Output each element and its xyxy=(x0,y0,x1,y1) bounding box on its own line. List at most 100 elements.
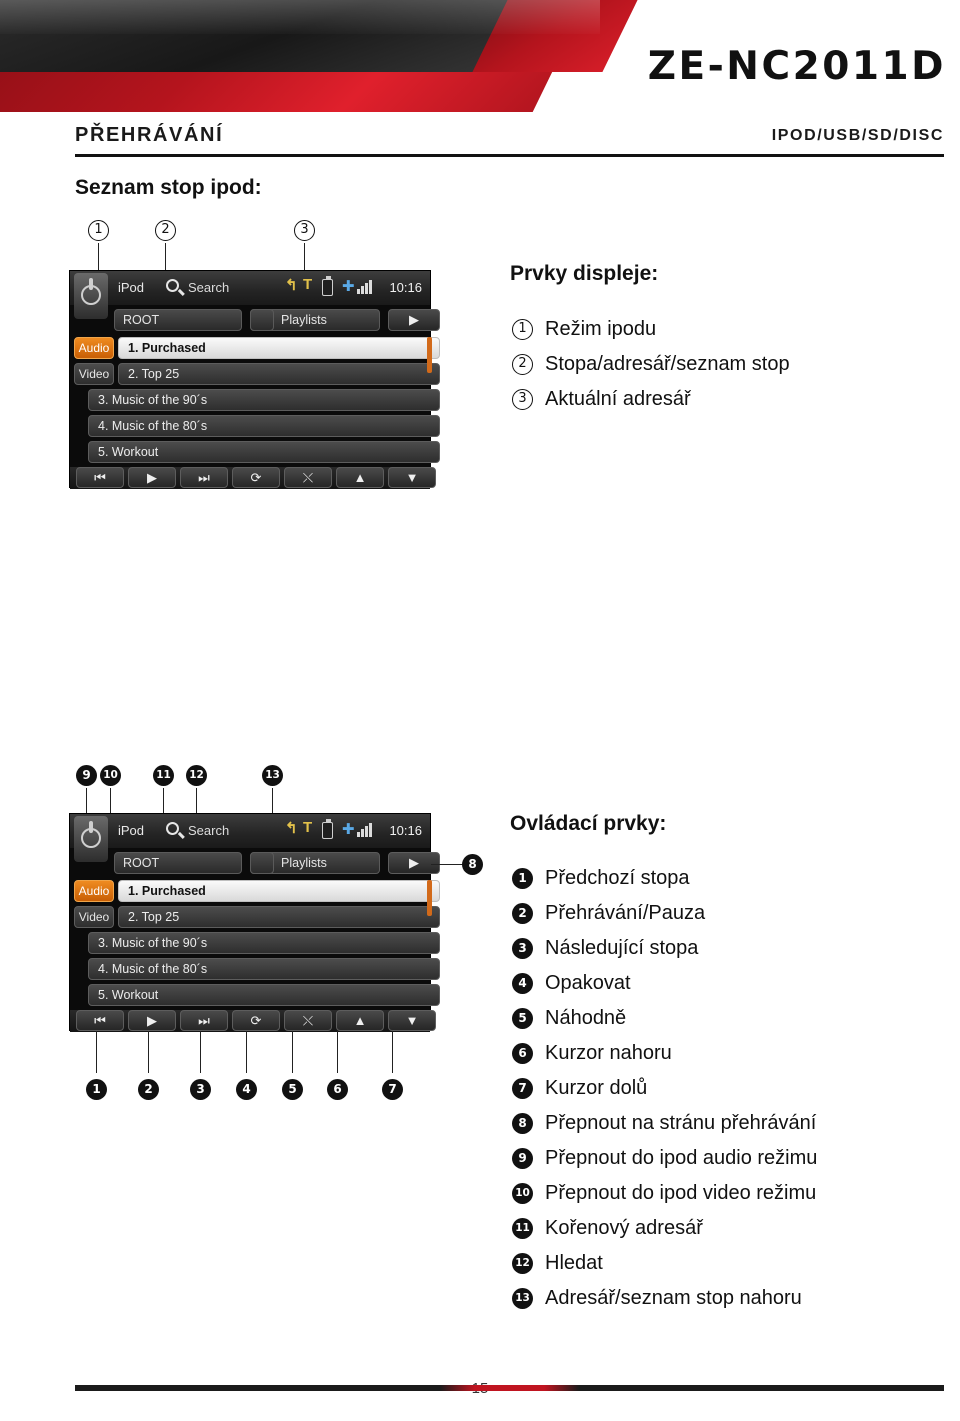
switch-to-playback-button[interactable]: ▶ xyxy=(388,852,440,874)
legend-number: 2 xyxy=(512,903,533,924)
legend-item-control-3: 3 Následující stopa xyxy=(512,937,698,960)
list-item[interactable]: 1. Purchased xyxy=(118,337,440,359)
list-item[interactable]: 3. Music of the 90´s xyxy=(88,389,440,411)
folder-icon xyxy=(250,309,274,331)
legend-label: Stopa/adresář/seznam stop xyxy=(545,353,790,375)
callout-8: 8 xyxy=(462,854,483,875)
clock-label: 10:16 xyxy=(389,823,422,838)
battery-icon xyxy=(322,276,333,296)
legend-label: Opakovat xyxy=(545,972,631,994)
arrow-t-icon: T xyxy=(303,819,313,836)
list-item[interactable]: 2. Top 25 xyxy=(118,906,440,928)
audio-mode-button[interactable]: Audio xyxy=(74,337,114,359)
header-dark-shape xyxy=(0,0,560,72)
legend-number: 13 xyxy=(512,1288,533,1309)
bluetooth-icon: ✚ xyxy=(342,821,355,838)
legend-number: 11 xyxy=(512,1218,533,1239)
leader-line-b7 xyxy=(392,1031,394,1073)
legend-number: 7 xyxy=(512,1078,533,1099)
list-item[interactable]: 4. Music of the 80´s xyxy=(88,415,440,437)
folder-icon xyxy=(250,852,274,874)
leader-line-b5 xyxy=(292,1031,294,1073)
legend-number: 12 xyxy=(512,1253,533,1274)
list-item[interactable]: 5. Workout xyxy=(88,441,440,463)
callout-3: 3 xyxy=(294,220,315,241)
legend-item-control-2: 2 Přehrávání/Pauza xyxy=(512,902,705,925)
legend-item-control-13: 13 Adresář/seznam stop nahoru xyxy=(512,1287,802,1310)
callout-b2: 2 xyxy=(138,1079,159,1100)
switch-to-playback-button[interactable]: ▶ xyxy=(388,309,440,331)
legend-number: 1 xyxy=(512,319,533,340)
legend-label: Následující stopa xyxy=(545,937,699,959)
section-divider xyxy=(75,154,944,157)
root-directory-button[interactable]: ROOT xyxy=(114,852,242,874)
search-icon[interactable] xyxy=(166,279,179,292)
bluetooth-icon: ✚ xyxy=(342,278,355,295)
callout-12: 12 xyxy=(186,765,207,786)
source-label: iPod xyxy=(118,823,145,838)
ipod-mode-icon[interactable] xyxy=(74,273,108,319)
shuffle-icon[interactable]: ⤬ xyxy=(284,467,332,488)
scrollbar[interactable] xyxy=(427,337,432,373)
cursor-down-icon[interactable]: ▼ xyxy=(388,1010,436,1031)
scrollbar[interactable] xyxy=(427,880,432,916)
prev-icon[interactable]: ⏮ xyxy=(76,1010,124,1031)
legend-item-control-6: 6 Kurzor nahoru xyxy=(512,1042,672,1065)
arrow-up-icon: ↰ xyxy=(285,277,298,294)
device-screenshot-bottom: iPod Search ↰ T ✚ 10:16 ROOT Playlists ▶… xyxy=(69,813,440,1032)
ipod-mode-icon[interactable] xyxy=(74,816,108,862)
list-item[interactable]: 4. Music of the 80´s xyxy=(88,958,440,980)
repeat-icon[interactable]: ⟳ xyxy=(232,1010,280,1031)
list-item[interactable]: 1. Purchased xyxy=(118,880,440,902)
leader-line-b3 xyxy=(200,1031,202,1073)
cursor-up-icon[interactable]: ▲ xyxy=(336,1010,384,1031)
audio-mode-button[interactable]: Audio xyxy=(74,880,114,902)
search-label[interactable]: Search xyxy=(188,280,229,295)
callout-11: 11 xyxy=(153,765,174,786)
search-label[interactable]: Search xyxy=(188,823,229,838)
legend-label: Adresář/seznam stop nahoru xyxy=(545,1287,802,1309)
list-item[interactable]: 3. Music of the 90´s xyxy=(88,932,440,954)
list-item[interactable]: 2. Top 25 xyxy=(118,363,440,385)
legend-number: 3 xyxy=(512,389,533,410)
section-title-left: PŘEHRÁVÁNÍ xyxy=(75,124,224,146)
cursor-up-icon[interactable]: ▲ xyxy=(336,467,384,488)
video-mode-button[interactable]: Video xyxy=(74,363,114,385)
leader-line-b6 xyxy=(337,1031,339,1073)
legend-item-control-9: 9 Přepnout do ipod audio režimu xyxy=(512,1147,817,1170)
battery-icon xyxy=(322,819,333,839)
video-mode-button[interactable]: Video xyxy=(74,906,114,928)
next-icon[interactable]: ⏭ xyxy=(180,467,228,488)
root-directory-button[interactable]: ROOT xyxy=(114,309,242,331)
legend-number: 8 xyxy=(512,1113,533,1134)
top-block-title: Seznam stop ipod: xyxy=(75,176,262,199)
callout-10: 10 xyxy=(100,765,121,786)
next-icon[interactable]: ⏭ xyxy=(180,1010,228,1031)
footer-bar xyxy=(75,1385,944,1391)
legend-number: 1 xyxy=(512,868,533,889)
arrow-up-icon: ↰ xyxy=(285,820,298,837)
play-icon[interactable]: ▶ xyxy=(128,467,176,488)
play-icon[interactable]: ▶ xyxy=(128,1010,176,1031)
legend-number: 2 xyxy=(512,354,533,375)
repeat-icon[interactable]: ⟳ xyxy=(232,467,280,488)
legend-item-control-8: 8 Přepnout na stránu přehrávání xyxy=(512,1112,816,1135)
legend-item-control-10: 10 Přepnout do ipod video režimu xyxy=(512,1182,816,1205)
legend-label: Režim ipodu xyxy=(545,318,657,340)
device-screenshot-top: iPod Search ↰ T ✚ 10:16 ROOT Playlists ▶… xyxy=(69,270,440,489)
shuffle-icon[interactable]: ⤬ xyxy=(284,1010,332,1031)
callout-b4: 4 xyxy=(236,1079,257,1100)
legend-item-display-1: 1 Režim ipodu xyxy=(512,318,656,341)
search-icon[interactable] xyxy=(166,822,179,835)
legend-label: Aktuální adresář xyxy=(545,388,691,410)
leader-line-b4 xyxy=(246,1031,248,1073)
callout-1: 1 xyxy=(88,220,109,241)
legend-label: Přepnout do ipod audio režimu xyxy=(545,1147,818,1169)
arrow-t-icon: T xyxy=(303,276,313,293)
list-item[interactable]: 5. Workout xyxy=(88,984,440,1006)
callout-b1: 1 xyxy=(86,1079,107,1100)
callout-b3: 3 xyxy=(190,1079,211,1100)
legend-item-control-7: 7 Kurzor dolů xyxy=(512,1077,647,1100)
prev-icon[interactable]: ⏮ xyxy=(76,467,124,488)
cursor-down-icon[interactable]: ▼ xyxy=(388,467,436,488)
